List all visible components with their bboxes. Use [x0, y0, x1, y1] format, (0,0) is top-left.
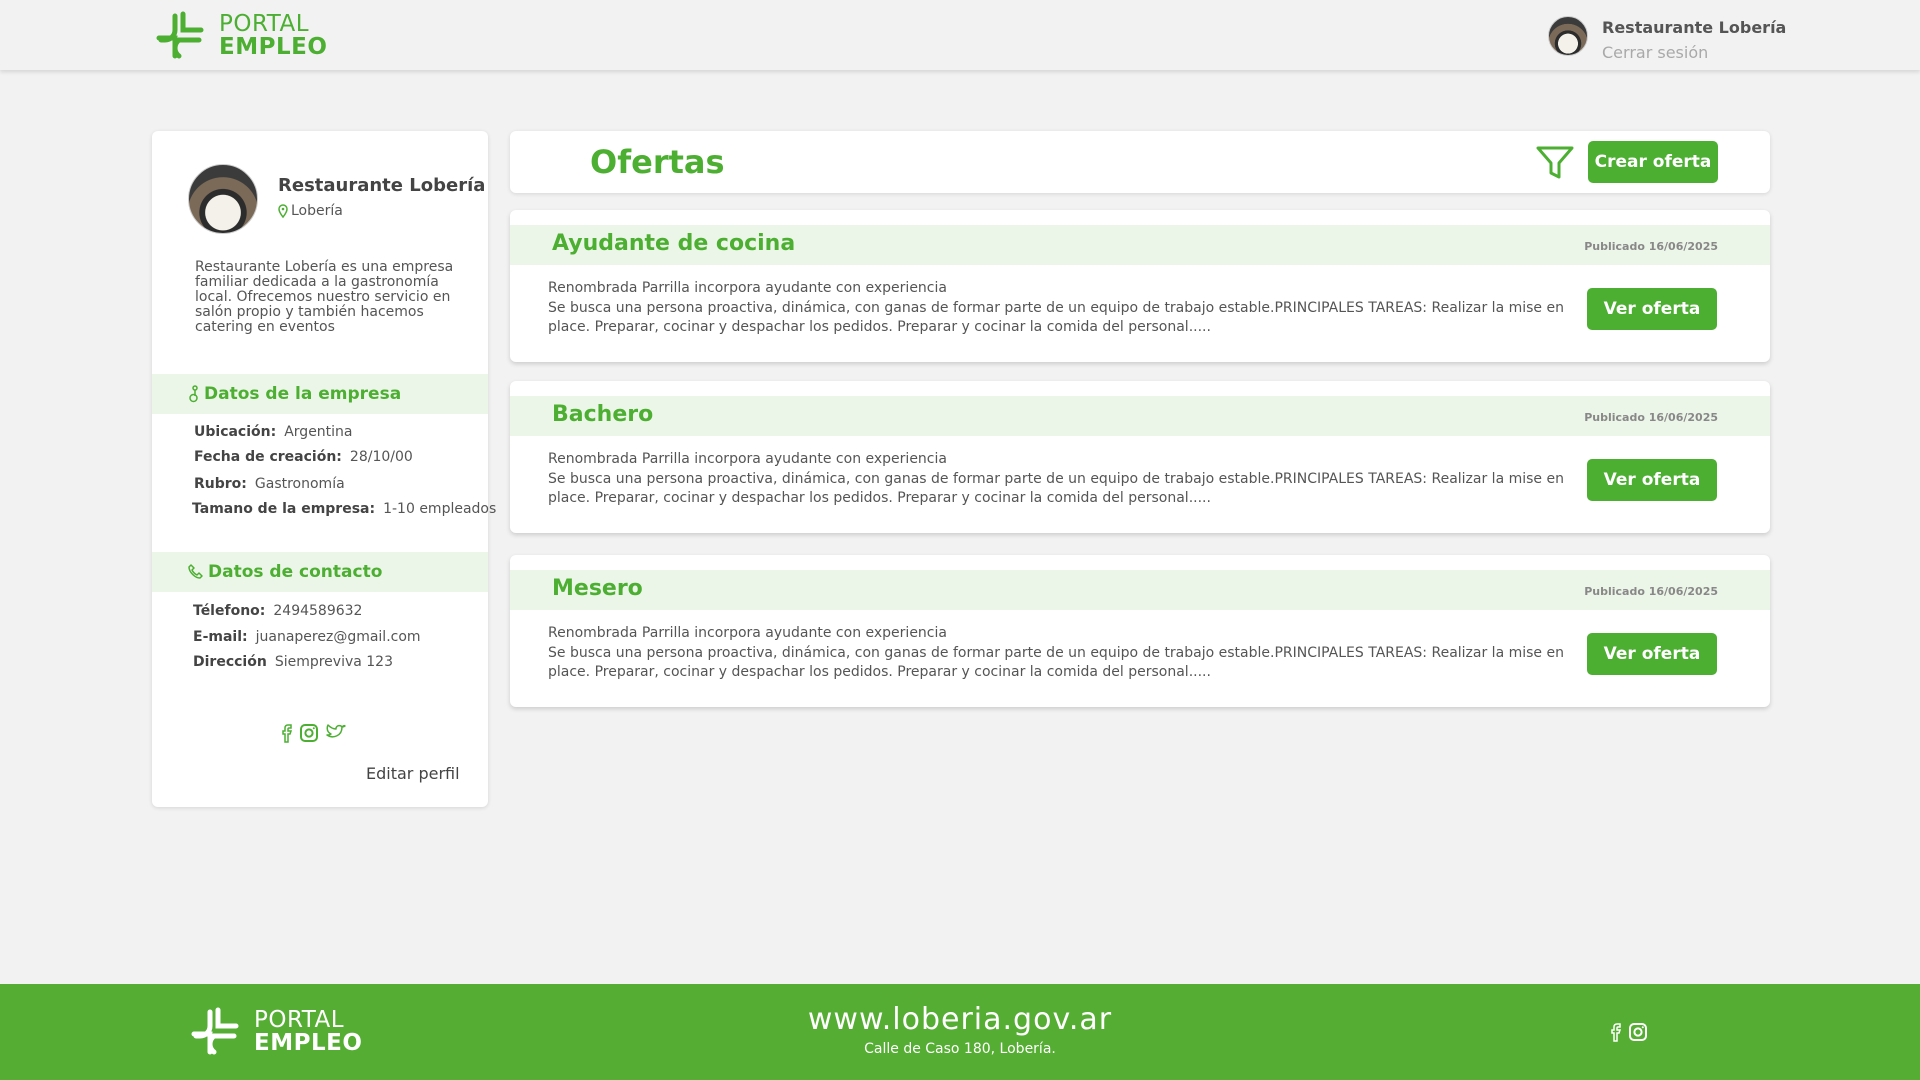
contact-field-address: Dirección Siempreviva 123: [193, 654, 393, 670]
phone-icon: [188, 564, 203, 579]
portal-empleo-logo[interactable]: PORTAL EMPLEO: [153, 10, 327, 62]
contact-field-phone: Télefono: 2494589632: [193, 603, 363, 619]
company-data-title: Datos de la empresa: [204, 384, 402, 404]
user-menu: Restaurante Lobería Cerrar sesión: [1548, 16, 1786, 62]
company-field-founded: Fecha de creación: 28/10/00: [194, 449, 413, 465]
header-user-name: Restaurante Lobería: [1602, 18, 1787, 37]
logout-link[interactable]: Cerrar sesión: [1602, 43, 1786, 62]
company-location: Lobería: [278, 203, 343, 219]
view-offer-button[interactable]: Ver oferta: [1587, 459, 1717, 501]
company-name: Restaurante Lobería: [278, 175, 486, 196]
instagram-icon[interactable]: [1628, 1022, 1648, 1042]
offer-card: Mesero Publicado 16/06/2025 Renombrada P…: [510, 555, 1770, 707]
footer-website-link[interactable]: www.loberia.gov.ar: [760, 1002, 1160, 1037]
footer-logo-line2: EMPLEO: [254, 1030, 363, 1056]
offer-title-band: [510, 396, 1770, 436]
view-offer-button[interactable]: Ver oferta: [1587, 633, 1717, 675]
filter-icon[interactable]: [1536, 145, 1574, 181]
company-description: Restaurante Lobería es una empresa famil…: [195, 259, 454, 335]
twitter-icon[interactable]: [325, 723, 347, 743]
contact-data-header: Datos de contacto: [152, 552, 488, 592]
offer-description: Se busca una persona proactiva, dinámica…: [548, 300, 1564, 335]
footer-social-links: [1608, 1022, 1648, 1042]
offer-description: Se busca una persona proactiva, dinámica…: [548, 471, 1564, 506]
offers-title: Ofertas: [590, 143, 725, 181]
footer-address: Calle de Caso 180, Lobería.: [864, 1041, 1056, 1057]
instagram-icon[interactable]: [299, 723, 319, 743]
company-avatar: [188, 164, 258, 234]
user-avatar[interactable]: [1548, 16, 1588, 56]
location-pin-icon: [278, 204, 288, 218]
contact-data-title: Datos de contacto: [208, 562, 383, 582]
view-offer-button[interactable]: Ver oferta: [1587, 288, 1717, 330]
top-header: PORTAL EMPLEO Restaurante Lobería Cerrar…: [0, 0, 1920, 70]
person-icon: [189, 385, 198, 403]
offer-title[interactable]: Mesero: [552, 576, 643, 601]
company-field-size: Tamano de la empresa: 1-10 empleados: [192, 501, 497, 517]
offer-title[interactable]: Ayudante de cocina: [552, 231, 795, 256]
offer-title-band: [510, 570, 1770, 610]
offer-date: Publicado 16/06/2025: [1584, 240, 1718, 253]
logo-line1: PORTAL: [219, 11, 310, 37]
offer-subtitle: Renombrada Parrilla incorpora ayudante c…: [548, 280, 947, 296]
site-footer: PORTAL EMPLEO www.loberia.gov.ar Calle d…: [0, 984, 1920, 1080]
contact-field-email: E-mail: juanaperez@gmail.com: [193, 629, 421, 645]
create-offer-button[interactable]: Crear oferta: [1588, 141, 1718, 183]
company-profile-card: Restaurante Lobería Lobería Restaurante …: [152, 131, 496, 807]
logo-mark-icon: [191, 1007, 239, 1055]
logo-mark-icon: [156, 11, 204, 59]
offer-card: Ayudante de cocina Publicado 16/06/2025 …: [510, 210, 1770, 362]
company-location-text: Lobería: [291, 203, 343, 219]
company-field-location: Ubicación: Argentina: [194, 424, 353, 440]
offer-card: Bachero Publicado 16/06/2025 Renombrada …: [510, 381, 1770, 533]
facebook-icon[interactable]: [1608, 1022, 1622, 1042]
offer-description: Se busca una persona proactiva, dinámica…: [548, 645, 1564, 680]
company-data-header: Datos de la empresa: [152, 374, 488, 414]
offer-subtitle: Renombrada Parrilla incorpora ayudante c…: [548, 451, 947, 467]
footer-logo-line1: PORTAL: [254, 1007, 345, 1033]
offer-date: Publicado 16/06/2025: [1584, 411, 1718, 424]
footer-logo[interactable]: PORTAL EMPLEO: [188, 1006, 362, 1058]
facebook-icon[interactable]: [279, 723, 293, 743]
offer-title[interactable]: Bachero: [552, 402, 653, 427]
offer-date: Publicado 16/06/2025: [1584, 585, 1718, 598]
company-field-sector: Rubro: Gastronomía: [194, 476, 345, 492]
profile-social-links: [279, 723, 347, 743]
edit-profile-link[interactable]: Editar perfil: [366, 764, 460, 783]
offer-subtitle: Renombrada Parrilla incorpora ayudante c…: [548, 625, 947, 641]
logo-line2: EMPLEO: [219, 34, 328, 60]
offers-header: Ofertas Crear oferta: [510, 131, 1770, 193]
